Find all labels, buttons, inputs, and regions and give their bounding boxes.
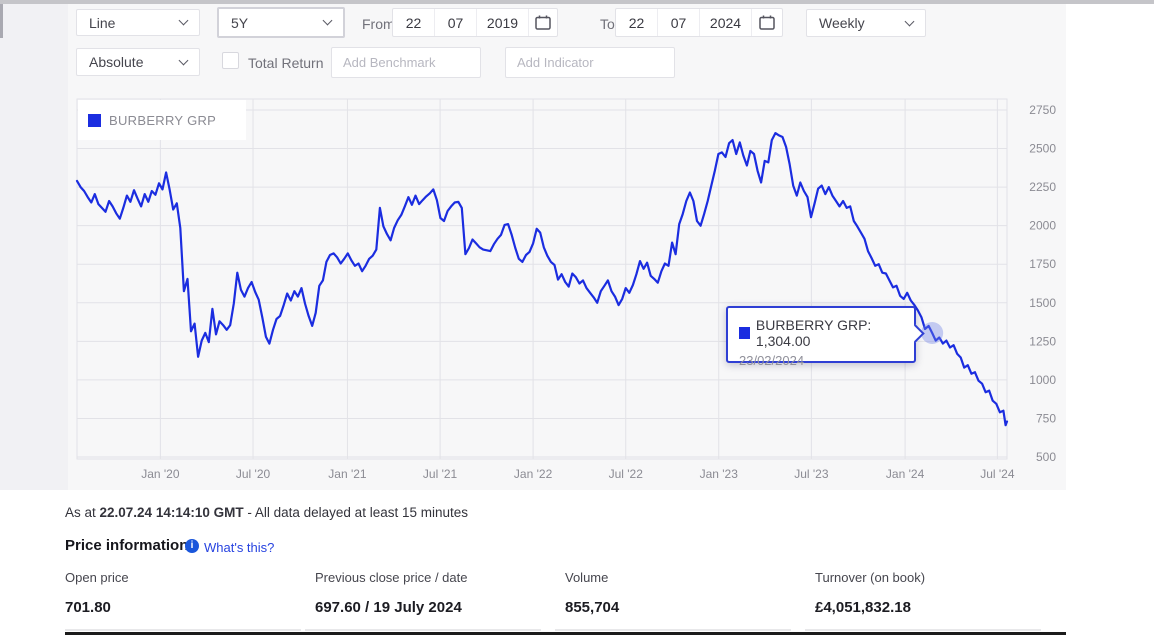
status-datetime: 22.07.24 14:14:10 GMT — [100, 505, 244, 520]
x-tick-label: Jul '22 — [609, 467, 644, 481]
column-divider — [65, 629, 301, 631]
x-tick-label: Jan '23 — [700, 467, 739, 481]
column-divider — [805, 629, 1041, 631]
y-tick-label: 1500 — [1029, 296, 1056, 310]
from-year-field[interactable]: 2019 — [477, 9, 529, 36]
price-chart-page: Line 5Y From 22 07 2019 To 22 07 2024 We… — [0, 0, 1154, 635]
column-divider — [305, 629, 541, 631]
from-date-group: 22 07 2019 — [392, 8, 558, 37]
data-delay-status: As at 22.07.24 14:14:10 GMT - All data d… — [65, 505, 468, 520]
add-indicator-input[interactable] — [505, 47, 675, 78]
plot-area[interactable] — [77, 99, 1007, 459]
price-info-field: Open price 701.80 — [65, 570, 305, 616]
legend-label: BURBERRY GRP — [109, 113, 216, 128]
whats-this-link[interactable]: What's this? — [204, 540, 274, 555]
total-return-checkbox[interactable] — [222, 52, 239, 69]
mode-select[interactable]: Absolute — [76, 48, 200, 76]
x-tick-label: Jul '21 — [423, 467, 458, 481]
y-tick-label: 1000 — [1029, 373, 1056, 387]
from-calendar-icon[interactable] — [529, 9, 557, 36]
total-return-label: Total Return — [248, 55, 323, 71]
to-year-field[interactable]: 2024 — [700, 9, 752, 36]
field-value: 697.60 / 19 July 2024 — [315, 599, 555, 616]
field-label: Open price — [65, 570, 305, 585]
y-tick-label: 2500 — [1029, 142, 1056, 156]
chevron-down-icon — [323, 16, 333, 26]
price-information-title: Price information — [65, 537, 188, 554]
chevron-down-icon — [179, 55, 189, 65]
y-tick-label: 2250 — [1029, 180, 1056, 194]
range-select[interactable]: 5Y — [217, 7, 345, 38]
chevron-down-icon — [179, 16, 189, 26]
tooltip-value: BURBERRY GRP: 1,304.00 — [756, 317, 914, 349]
to-calendar-icon[interactable] — [752, 9, 782, 36]
chart-type-select[interactable]: Line — [76, 9, 200, 36]
x-tick-label: Jan '21 — [328, 467, 367, 481]
from-day-field[interactable]: 22 — [393, 9, 435, 36]
x-tick-label: Jan '20 — [141, 467, 180, 481]
frequency-value: Weekly — [819, 15, 865, 31]
y-tick-label: 2750 — [1029, 103, 1056, 117]
to-day-field[interactable]: 22 — [616, 9, 658, 36]
y-tick-label: 500 — [1036, 450, 1056, 464]
price-info-field: Volume 855,704 — [565, 570, 805, 616]
left-margin — [0, 4, 68, 490]
x-tick-label: Jul '24 — [980, 467, 1015, 481]
add-benchmark-input[interactable] — [331, 47, 481, 78]
x-tick-label: Jan '22 — [514, 467, 553, 481]
chevron-down-icon — [905, 16, 915, 26]
to-label: To — [600, 16, 615, 32]
frequency-select[interactable]: Weekly — [806, 9, 926, 37]
from-month-field[interactable]: 07 — [435, 9, 477, 36]
chart-type-value: Line — [89, 15, 115, 31]
series-color-swatch — [739, 327, 750, 339]
tooltip-date: 23/02/2024 — [739, 353, 914, 368]
info-icon[interactable]: i — [185, 539, 199, 553]
x-tick-label: Jul '20 — [236, 467, 271, 481]
series-color-swatch — [88, 114, 101, 127]
price-chart[interactable]: 2750 2500 2250 2000 1750 1500 1250 1000 750 500 Ja… — [68, 90, 1066, 490]
field-value: £4,051,832.18 — [815, 599, 1055, 616]
field-value: 855,704 — [565, 599, 805, 616]
to-month-field[interactable]: 07 — [658, 9, 700, 36]
range-value: 5Y — [231, 15, 248, 31]
vertical-scrollbar-thumb[interactable] — [0, 4, 3, 38]
field-value: 701.80 — [65, 599, 305, 616]
field-label: Volume — [565, 570, 805, 585]
column-divider — [555, 629, 791, 631]
to-date-group: 22 07 2024 — [615, 8, 783, 37]
field-label: Previous close price / date — [315, 570, 555, 585]
legend-item-burberry[interactable]: BURBERRY GRP — [78, 100, 246, 140]
y-tick-label: 750 — [1036, 411, 1056, 425]
chart-tooltip: BURBERRY GRP: 1,304.00 23/02/2024 — [726, 306, 916, 363]
y-tick-label: 2000 — [1029, 219, 1056, 233]
x-tick-label: Jul '23 — [794, 467, 829, 481]
field-label: Turnover (on book) — [815, 570, 1055, 585]
x-tick-label: Jan '24 — [886, 467, 925, 481]
price-info-field: Turnover (on book) £4,051,832.18 — [815, 570, 1055, 616]
price-info-field: Previous close price / date 697.60 / 19 J… — [315, 570, 555, 616]
from-label: From — [362, 16, 395, 32]
y-tick-label: 1250 — [1029, 334, 1056, 348]
y-tick-label: 1750 — [1029, 257, 1056, 271]
mode-value: Absolute — [89, 54, 143, 70]
